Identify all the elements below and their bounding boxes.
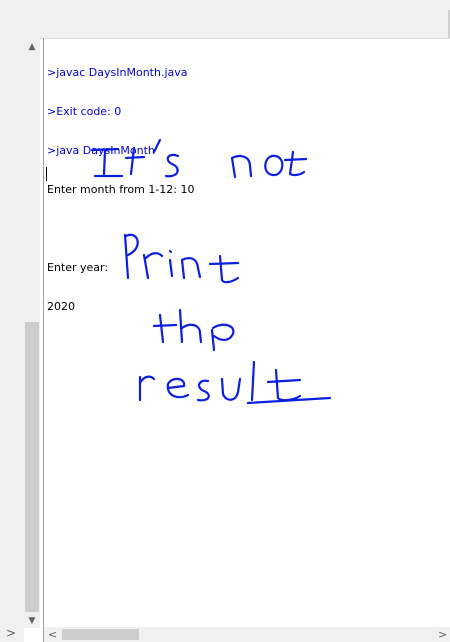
toolbar-area [0,0,450,39]
text-caret [46,167,47,181]
handwritten-annotation [90,138,332,405]
scroll-up-icon[interactable]: ▲ [24,40,40,54]
console-line: >javac DaysInMonth.java [47,66,188,79]
horizontal-scroll-thumb[interactable] [62,629,139,640]
horizontal-scrollbar[interactable]: < > [44,627,450,642]
scroll-down-icon[interactable]: ▼ [24,614,40,628]
handwritten-line-the [152,308,235,352]
left-gutter [0,38,24,642]
vertical-scrollbar[interactable]: ▲ ▼ [24,38,40,628]
gutter-expand-icon[interactable]: > [6,626,16,640]
handwritten-line-result [138,360,332,405]
pane-divider [43,38,44,642]
scroll-right-icon[interactable]: > [438,627,450,642]
handwritten-line-print [123,233,240,284]
scroll-left-icon[interactable]: < [48,627,60,642]
console-line: >Exit code: 0 [47,105,122,118]
vertical-scroll-thumb[interactable] [25,322,39,612]
handwritten-line-its-not [90,138,308,179]
